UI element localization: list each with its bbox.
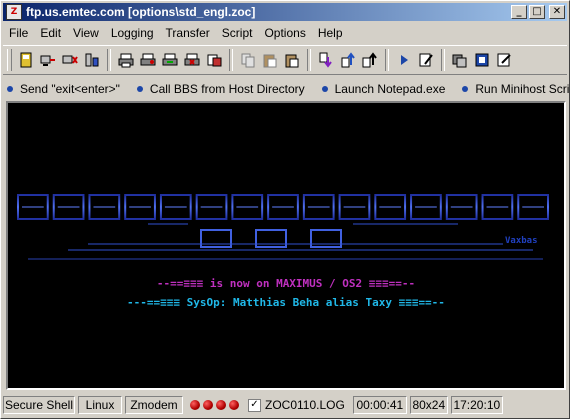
- log-checkbox[interactable]: ✓: [248, 398, 261, 412]
- upload-multi-icon[interactable]: [359, 49, 381, 71]
- capture-icon[interactable]: [159, 49, 181, 71]
- led-icon: [190, 400, 200, 410]
- macro-label: Call BBS from Host Directory: [149, 82, 305, 96]
- edit-script-icon[interactable]: [415, 49, 437, 71]
- title-bar[interactable]: Z ftp.us.emtec.com [options\std_engl.zoc…: [3, 3, 567, 21]
- screen-size: 80x24: [409, 396, 448, 414]
- macro-label: Send "exit<enter>": [20, 82, 120, 96]
- bullet-icon: [7, 86, 13, 92]
- hosts-icon[interactable]: [81, 49, 103, 71]
- toolbar-separator: [441, 49, 445, 71]
- zoc-icon[interactable]: Z: [6, 4, 22, 20]
- macro-launch-notepad[interactable]: Launch Notepad.exe: [321, 82, 446, 96]
- status-bar: Secure Shell Linux Zmodem ✓ ZOC0110.LOG …: [3, 394, 567, 416]
- menu-help[interactable]: Help: [312, 26, 349, 40]
- macro-run-minihost[interactable]: Run Minihost Script: [462, 82, 570, 96]
- macro-call-bbs[interactable]: Call BBS from Host Directory: [136, 82, 305, 96]
- logo-letters: [17, 194, 549, 220]
- log-file-name: ZOC0110.LOG: [265, 398, 345, 412]
- disconnect-icon[interactable]: [59, 49, 81, 71]
- menu-transfer[interactable]: Transfer: [160, 26, 216, 40]
- led-icon: [203, 400, 213, 410]
- transfer-protocol-button[interactable]: Zmodem: [125, 396, 183, 414]
- led-icon: [216, 400, 226, 410]
- terminal-screen[interactable]: Vaxbas --==≡≡≡ is now on MAXIMUS / OS2 ≡…: [6, 101, 566, 390]
- macro-send-exit[interactable]: Send "exit<enter>": [7, 82, 120, 96]
- modem-leds: [190, 400, 242, 410]
- bbs-ansi-logo: [17, 194, 549, 260]
- macro-button-bar: Send "exit<enter>" Call BBS from Host Di…: [3, 78, 570, 100]
- artist-signature: Vaxbas: [505, 236, 538, 246]
- menu-edit[interactable]: Edit: [34, 26, 67, 40]
- print-setup-icon[interactable]: [137, 49, 159, 71]
- bullet-icon: [136, 86, 143, 92]
- session-options-icon[interactable]: [449, 49, 471, 71]
- paste-special-icon[interactable]: [281, 49, 303, 71]
- bullet-icon: [321, 86, 328, 92]
- toolbar: [3, 45, 567, 75]
- run-script-icon[interactable]: [393, 49, 415, 71]
- close-button[interactable]: ✕: [549, 5, 565, 19]
- menu-file[interactable]: File: [3, 26, 34, 40]
- copy-icon[interactable]: [237, 49, 259, 71]
- print-icon[interactable]: [115, 49, 137, 71]
- program-options-icon[interactable]: [471, 49, 493, 71]
- macro-label: Launch Notepad.exe: [334, 82, 446, 96]
- online-timer: 00:00:41: [352, 396, 407, 414]
- window-title: ftp.us.emtec.com [options\std_engl.zoc]: [26, 5, 256, 19]
- menu-script[interactable]: Script: [216, 26, 259, 40]
- app-window: Z ftp.us.emtec.com [options\std_engl.zoc…: [0, 0, 570, 419]
- toolbar-separator: [385, 49, 389, 71]
- connection-type-button[interactable]: Secure Shell: [3, 396, 75, 414]
- minimize-button[interactable]: _: [511, 5, 527, 19]
- log-icon[interactable]: [203, 49, 225, 71]
- macro-label: Run Minihost Script: [475, 82, 570, 96]
- toolbar-grip[interactable]: [7, 49, 12, 71]
- address-book-icon[interactable]: [15, 49, 37, 71]
- terminal-line-sysop: ---==≡≡≡ SysOp: Matthias Beha alias Taxy…: [127, 296, 445, 309]
- toolbar-separator: [229, 49, 233, 71]
- terminal-line-maximus: --==≡≡≡ is now on MAXIMUS / OS2 ≡≡≡==--: [156, 277, 416, 290]
- menu-options[interactable]: Options: [258, 26, 311, 40]
- toolbar-separator: [307, 49, 311, 71]
- menu-view[interactable]: View: [67, 26, 105, 40]
- menu-bar: File Edit View Logging Transfer Script O…: [3, 23, 349, 42]
- log-toggle[interactable]: ✓ ZOC0110.LOG: [248, 398, 345, 412]
- clock: 17:20:10: [450, 396, 503, 414]
- maximize-button[interactable]: □: [529, 5, 545, 19]
- menu-logging[interactable]: Logging: [105, 26, 160, 40]
- download-icon[interactable]: [315, 49, 337, 71]
- toolbar-separator: [107, 49, 111, 71]
- upload-icon[interactable]: [337, 49, 359, 71]
- emulation-button[interactable]: Linux: [78, 396, 122, 414]
- led-icon: [229, 400, 239, 410]
- bullet-icon: [462, 86, 469, 92]
- close-capture-icon[interactable]: [181, 49, 203, 71]
- paste-icon[interactable]: [259, 49, 281, 71]
- connect-icon[interactable]: [37, 49, 59, 71]
- edit-options-icon[interactable]: [493, 49, 515, 71]
